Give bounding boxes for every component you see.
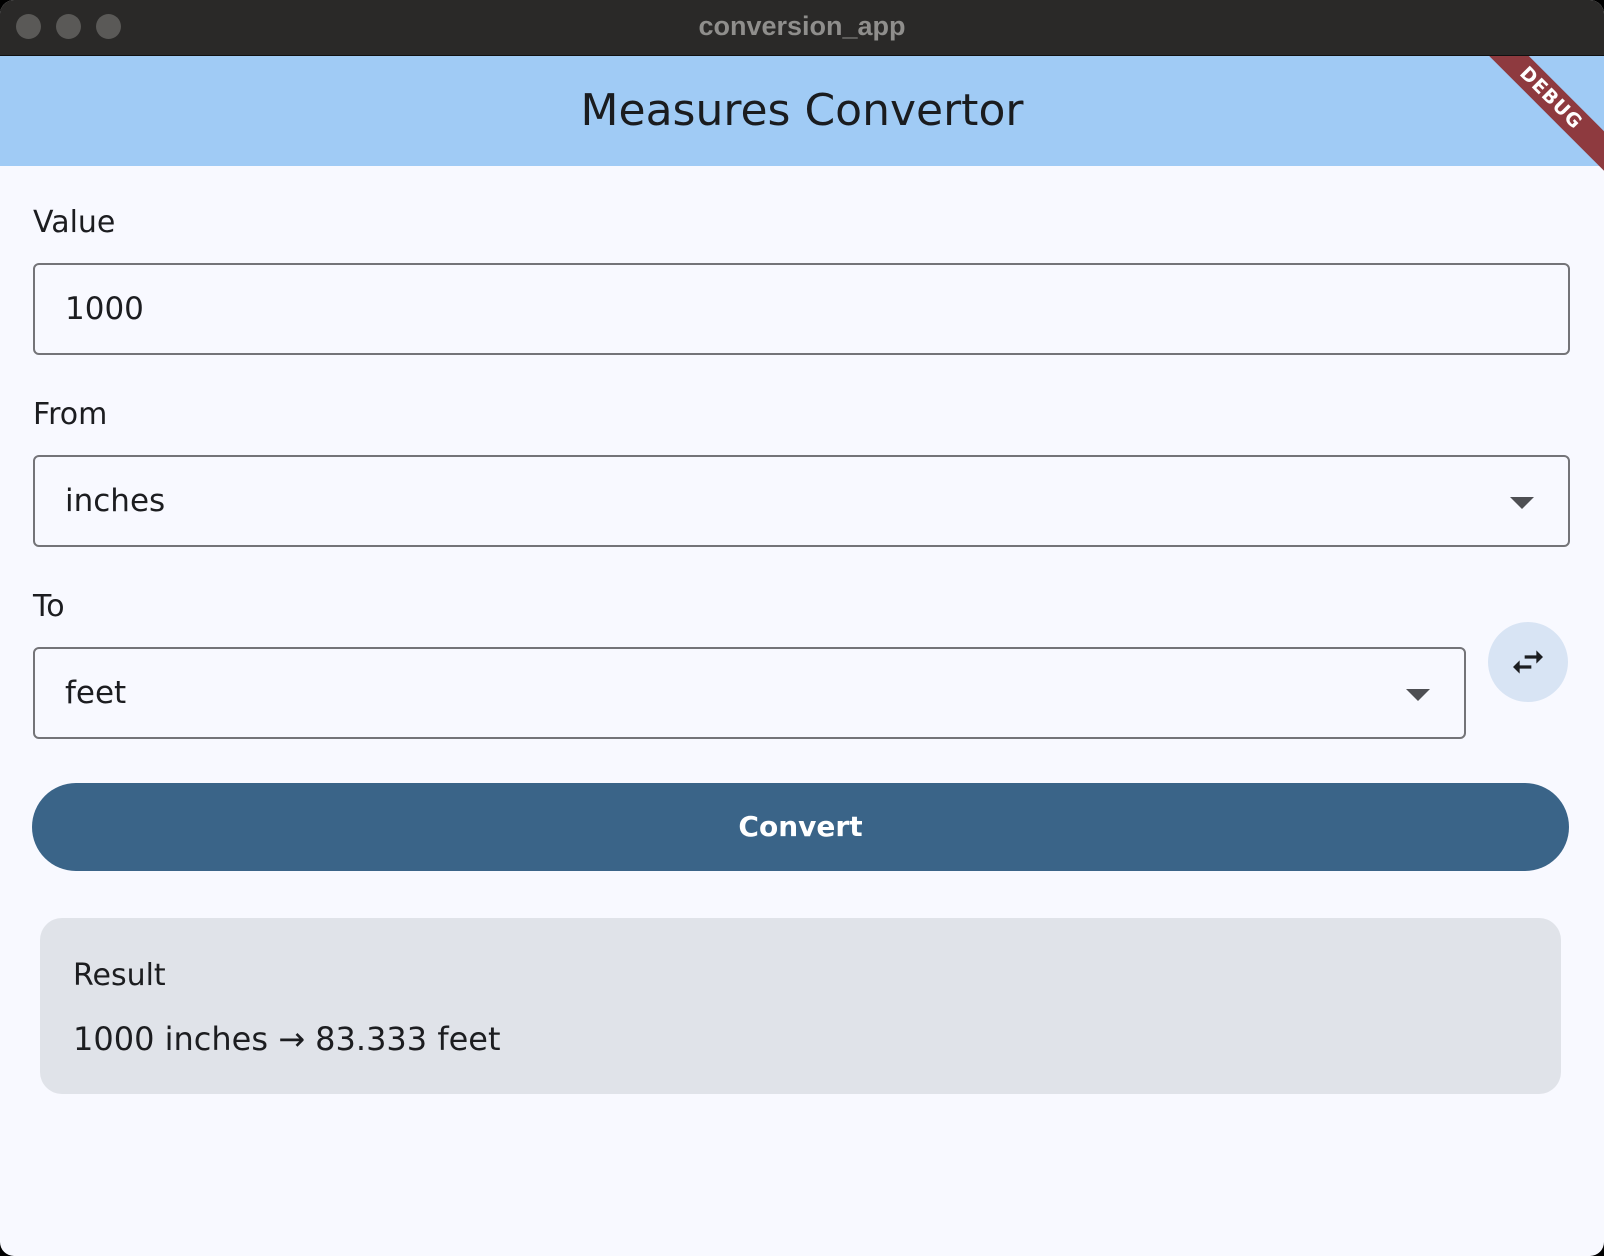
convert-button[interactable]: Convert: [32, 783, 1569, 871]
value-input-text: 1000: [65, 291, 144, 327]
debug-banner-label: DEBUG: [1484, 56, 1604, 176]
to-unit-dropdown[interactable]: feet: [33, 647, 1466, 739]
result-text: 1000 inches → 83.333 feet: [73, 1020, 501, 1058]
to-label: To: [33, 589, 65, 624]
window-title: conversion_app: [698, 11, 906, 41]
swap-horiz-icon: [1513, 650, 1543, 674]
app-window: conversion_app Measures Convertor DEBUG …: [0, 0, 1604, 1256]
value-label: Value: [33, 205, 116, 240]
arrow-drop-down-icon: [1510, 497, 1534, 509]
window-titlebar: conversion_app: [0, 0, 1604, 56]
from-unit-dropdown[interactable]: inches: [33, 455, 1570, 547]
page-title: Measures Convertor: [580, 85, 1024, 136]
from-label: From: [33, 397, 108, 432]
from-unit-selected: inches: [65, 483, 166, 519]
result-card: Result 1000 inches → 83.333 feet: [40, 918, 1561, 1094]
result-title: Result: [73, 958, 166, 993]
swap-units-button[interactable]: [1488, 622, 1568, 702]
to-unit-selected: feet: [65, 675, 127, 711]
value-input[interactable]: 1000: [33, 263, 1570, 355]
app-bar: Measures Convertor: [0, 56, 1604, 166]
debug-banner: DEBUG: [1484, 56, 1604, 176]
arrow-drop-down-icon: [1406, 689, 1430, 701]
